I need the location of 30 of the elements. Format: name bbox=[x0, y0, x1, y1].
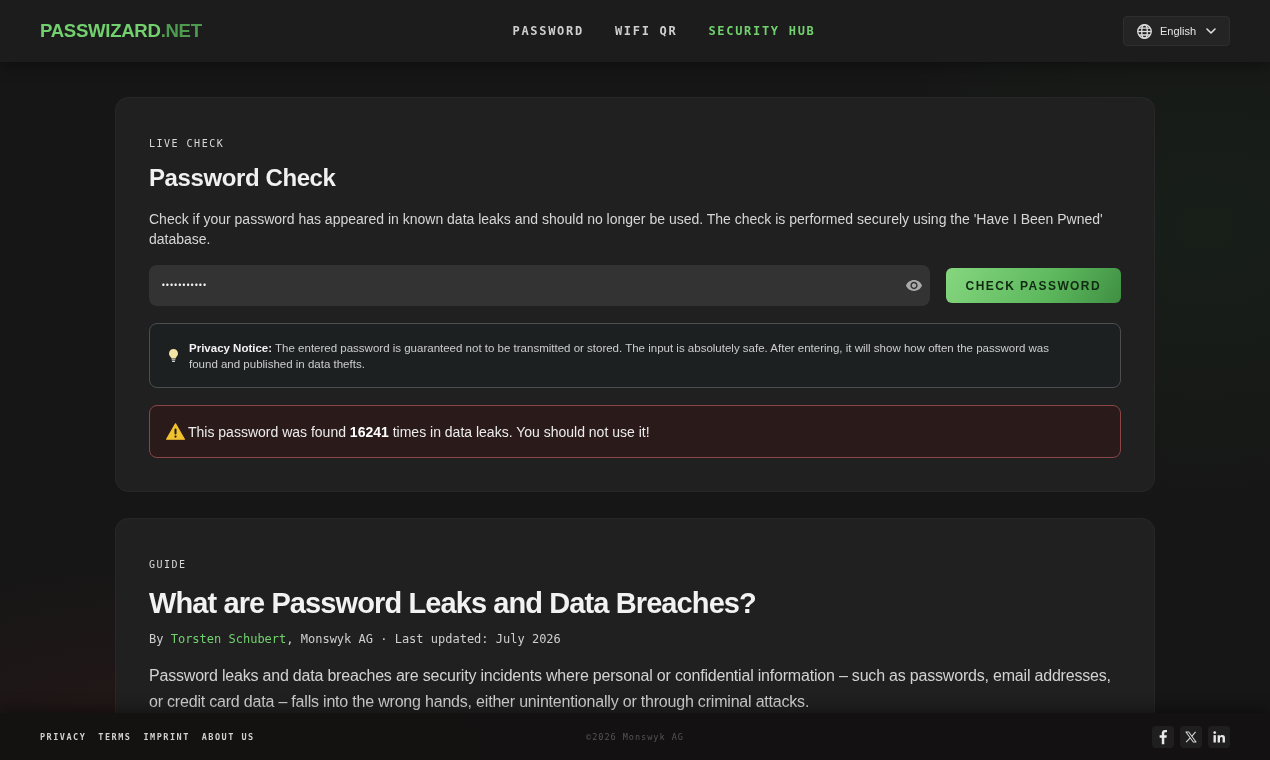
privacy-notice-text: Privacy Notice: The entered password is guaranteed not to be transmitted or stored. The input is absolutely safe. After entering, it will show how often the password was found and published in data thefts. bbox=[189, 340, 1050, 372]
footer-link[interactable]: PRIVACY bbox=[40, 731, 87, 742]
copyright-text: ©2026 Monswyk AG bbox=[586, 731, 684, 742]
globe-icon bbox=[1136, 23, 1152, 39]
eye-icon[interactable] bbox=[905, 280, 922, 291]
author-link[interactable]: Torsten Schubert bbox=[170, 632, 287, 646]
chevron-down-icon bbox=[1206, 28, 1216, 34]
nav-link[interactable]: PASSWORD bbox=[512, 24, 584, 38]
facebook-icon[interactable] bbox=[1152, 725, 1174, 748]
logo[interactable]: PASSWIZARD.NET bbox=[40, 20, 202, 42]
footer-link[interactable]: TERMS bbox=[98, 731, 132, 742]
language-dropdown[interactable]: English bbox=[1122, 16, 1230, 46]
section-label: GUIDE bbox=[149, 558, 188, 572]
warning-icon bbox=[166, 423, 185, 440]
x-logo-icon[interactable] bbox=[1180, 725, 1202, 748]
section-label: LIVE CHECK bbox=[149, 137, 226, 151]
description-text: Check if your password has appeared in known data leaks and should no longer be used. The check is performed securely using the 'Have I Been Pwned' database. bbox=[149, 210, 1104, 249]
byline: By Torsten Schubert, Monswyk AG · Last updated: July 2026 bbox=[149, 631, 562, 647]
lightbulb-icon bbox=[169, 349, 178, 362]
nav-link[interactable]: WIFI QR bbox=[614, 24, 678, 38]
guide-title: What are Password Leaks and Data Breaches? bbox=[149, 586, 757, 621]
footer-link[interactable]: ABOUT US bbox=[201, 731, 255, 742]
leak-alert-text: This password was found 16241 times in data leaks. You should not use it! bbox=[188, 423, 650, 440]
nav-link[interactable]: SECURITY HUB bbox=[708, 24, 816, 38]
card-title: Password Check bbox=[149, 163, 337, 193]
footer-link[interactable]: IMPRINT bbox=[143, 731, 190, 742]
check-password-button[interactable]: CHECK PASSWORD bbox=[945, 268, 1121, 303]
guide-paragraph: Password leaks and data breaches are security incidents where personal or confidential information – such as passwords, email addresses, or credit card data – falls into the wrong hands, either unintentionally or through criminal attacks. bbox=[149, 666, 1112, 712]
password-field[interactable]: ••••••••••• bbox=[149, 265, 930, 306]
linkedin-icon[interactable] bbox=[1208, 725, 1230, 748]
